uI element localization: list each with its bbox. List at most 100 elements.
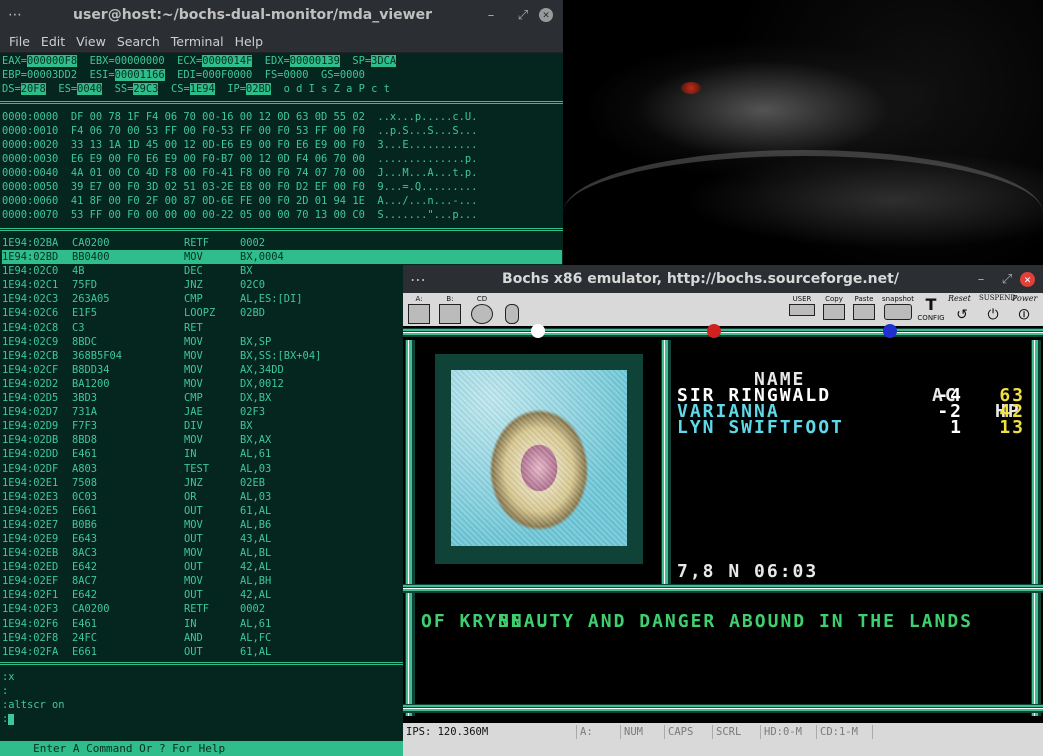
register-text: EBX=00000000 ECX= xyxy=(77,55,203,67)
member-hp: 13 xyxy=(999,417,1025,438)
disasm-hex: E643 xyxy=(72,532,98,545)
memory-dump-row: 0000:0050 39 E7 00 F0 3D 02 51 03-2E E8 … xyxy=(2,181,478,193)
disasm-op: OUT xyxy=(184,561,203,574)
snapshot-button[interactable]: snapshot xyxy=(881,295,915,324)
disasm-op: MOV xyxy=(184,434,203,447)
disasm-op: RETF xyxy=(184,237,210,249)
disasm-hex: F7F3 xyxy=(72,420,98,433)
disasm-row-current[interactable]: 1E94:02BD BB0400 MOV BX,0004 xyxy=(2,250,562,265)
disasm-op: MOV xyxy=(184,251,203,264)
disasm-hex: 8AC7 xyxy=(72,575,98,588)
floppy-b-button[interactable]: B: xyxy=(437,295,463,324)
command-text: : xyxy=(2,685,9,697)
register-text: EAX= xyxy=(2,55,28,67)
register-text: o d I s Z a P c t xyxy=(271,83,390,95)
right-border xyxy=(1031,340,1041,716)
disasm-hex: C3 xyxy=(72,321,85,334)
close-icon[interactable]: ✕ xyxy=(1020,271,1035,287)
disasm-op: MOV xyxy=(184,518,203,531)
disasm-op: DEC xyxy=(184,265,203,278)
disasm-hex: 8AC3 xyxy=(72,547,98,560)
register-value-changed: 02BD xyxy=(246,83,272,95)
menu-view[interactable]: View xyxy=(76,34,106,49)
maximize-icon[interactable]: ⤢ xyxy=(994,272,1020,287)
window-menu-icon[interactable]: ⋯ xyxy=(0,7,30,23)
maximize-icon[interactable]: ⤢ xyxy=(507,8,539,23)
copy-icon xyxy=(823,304,845,320)
wallpaper-red-eye xyxy=(681,82,701,94)
menu-help[interactable]: Help xyxy=(235,34,264,49)
mouse-icon xyxy=(505,304,519,324)
disasm-op: IN xyxy=(184,617,197,630)
disasm-hex: E461 xyxy=(72,448,98,461)
register-text: IP= xyxy=(214,83,247,95)
disasm-addr: 1E94:02DD xyxy=(2,448,59,461)
paste-button[interactable]: Paste xyxy=(851,295,877,324)
disasm-hex: 368B5F04 xyxy=(72,349,123,362)
register-value-changed: 000000F8 xyxy=(27,55,78,67)
disasm-addr: 1E94:02C9 xyxy=(2,335,59,348)
mouse-button[interactable] xyxy=(499,295,525,324)
menu-file[interactable]: File xyxy=(9,34,30,49)
cdrom-button[interactable]: CD xyxy=(469,295,495,324)
message-line-2: OF KRYNN ... xyxy=(421,611,576,632)
middle-border xyxy=(403,584,1043,593)
bochs-titlebar[interactable]: ⋯ Bochs x86 emulator, http://bochs.sourc… xyxy=(403,265,1043,293)
register-line: EAX=000000F8 EBX=00000000 ECX=0000014F E… xyxy=(2,54,397,68)
bochs-status-bar: IPS: 120.360M A: NUM CAPS SCRL HD:0-M CD… xyxy=(403,723,1043,756)
disasm-hex: BA1200 xyxy=(72,377,110,390)
command-output[interactable]: :x::altscr on: xyxy=(2,670,65,726)
minimize-icon[interactable]: – xyxy=(968,272,994,287)
floppy-icon xyxy=(408,304,430,324)
register-text: ES= xyxy=(45,83,78,95)
disasm-addr: 1E94:02DF xyxy=(2,462,59,475)
close-icon[interactable]: ✕ xyxy=(539,8,553,22)
suspend-icon[interactable]: ⏻ xyxy=(983,305,1003,325)
memory-dump-row: 0000:0040 4A 01 00 C0 4D F8 00 F0-41 F8 … xyxy=(2,167,478,179)
disasm-addr: 1E94:02C6 xyxy=(2,307,59,320)
menu-edit[interactable]: Edit xyxy=(41,34,65,49)
disasm-hex: CA0200 xyxy=(72,603,110,616)
copy-button[interactable]: Copy xyxy=(821,295,847,324)
config-button[interactable]: T CONFIG xyxy=(917,295,945,324)
window-menu-icon[interactable]: ⋯ xyxy=(403,270,433,289)
emulator-screen[interactable]: NAME AC HP SIR RINGWALD -4 63 VARIANNA -2 42 L… xyxy=(403,324,1043,723)
caps-lock-indicator: CAPS xyxy=(665,725,713,739)
disasm-op: MOV xyxy=(184,547,203,560)
disasm-hex: B0B6 xyxy=(72,518,98,531)
user-button[interactable]: USER xyxy=(787,295,817,324)
disasm-op: LOOPZ xyxy=(184,307,216,320)
disasm-op: OUT xyxy=(184,532,203,545)
minimize-icon[interactable]: – xyxy=(475,8,507,23)
register-line: DS=20F8 ES=0040 SS=29C3 CS=1E94 IP=02BD … xyxy=(2,82,396,96)
config-icon: T xyxy=(925,295,937,314)
bochs-title: Bochs x86 emulator, http://bochs.sourcef… xyxy=(502,271,899,287)
disasm-op: DIV xyxy=(184,420,203,433)
disasm-addr: 1E94:02DB xyxy=(2,434,59,447)
reset-icon[interactable]: ↺ xyxy=(952,305,972,325)
menu-terminal[interactable]: Terminal xyxy=(171,34,224,49)
bochs-window: ⋯ Bochs x86 emulator, http://bochs.sourc… xyxy=(403,265,1043,756)
divider-border xyxy=(661,340,671,586)
disasm-hex: 4B xyxy=(72,265,85,278)
memory-dump-row: 0000:0060 41 8F 00 F0 2F 00 87 0D-6E FE … xyxy=(2,195,478,207)
disasm-row[interactable]: 1E94:02BA CA0200 RETF 0002 xyxy=(2,236,562,250)
register-panel: EAX=000000F8 EBX=00000000 ECX=0000014F E… xyxy=(2,54,397,96)
memory-dump-row: 0000:0030 E6 E9 00 F0 E6 E9 00 F0-B7 00 … xyxy=(2,153,478,165)
disasm-hex: 263A05 xyxy=(72,293,110,306)
register-text: EDX= xyxy=(252,55,290,67)
menu-search[interactable]: Search xyxy=(117,34,160,49)
scroll-lock-indicator: SCRL xyxy=(713,725,761,739)
command-line: : xyxy=(2,712,65,726)
terminal-titlebar[interactable]: ⋯ user@host:~/bochs-dual-monitor/mda_vie… xyxy=(0,0,563,30)
power-icon[interactable]: ⏼ xyxy=(1014,305,1034,325)
disasm-hex: B8DD34 xyxy=(72,363,110,376)
disasm-addr: 1E94:02F6 xyxy=(2,617,59,630)
disasm-arg: BX,0004 xyxy=(240,251,284,264)
disasm-hex: E661 xyxy=(72,645,98,658)
character-portrait xyxy=(435,354,643,564)
floppy-a-button[interactable]: A: xyxy=(406,295,432,324)
disasm-addr: 1E94:02D2 xyxy=(2,377,59,390)
power-label: Power xyxy=(1012,294,1038,303)
disasm-hex: E1F5 xyxy=(72,307,98,320)
